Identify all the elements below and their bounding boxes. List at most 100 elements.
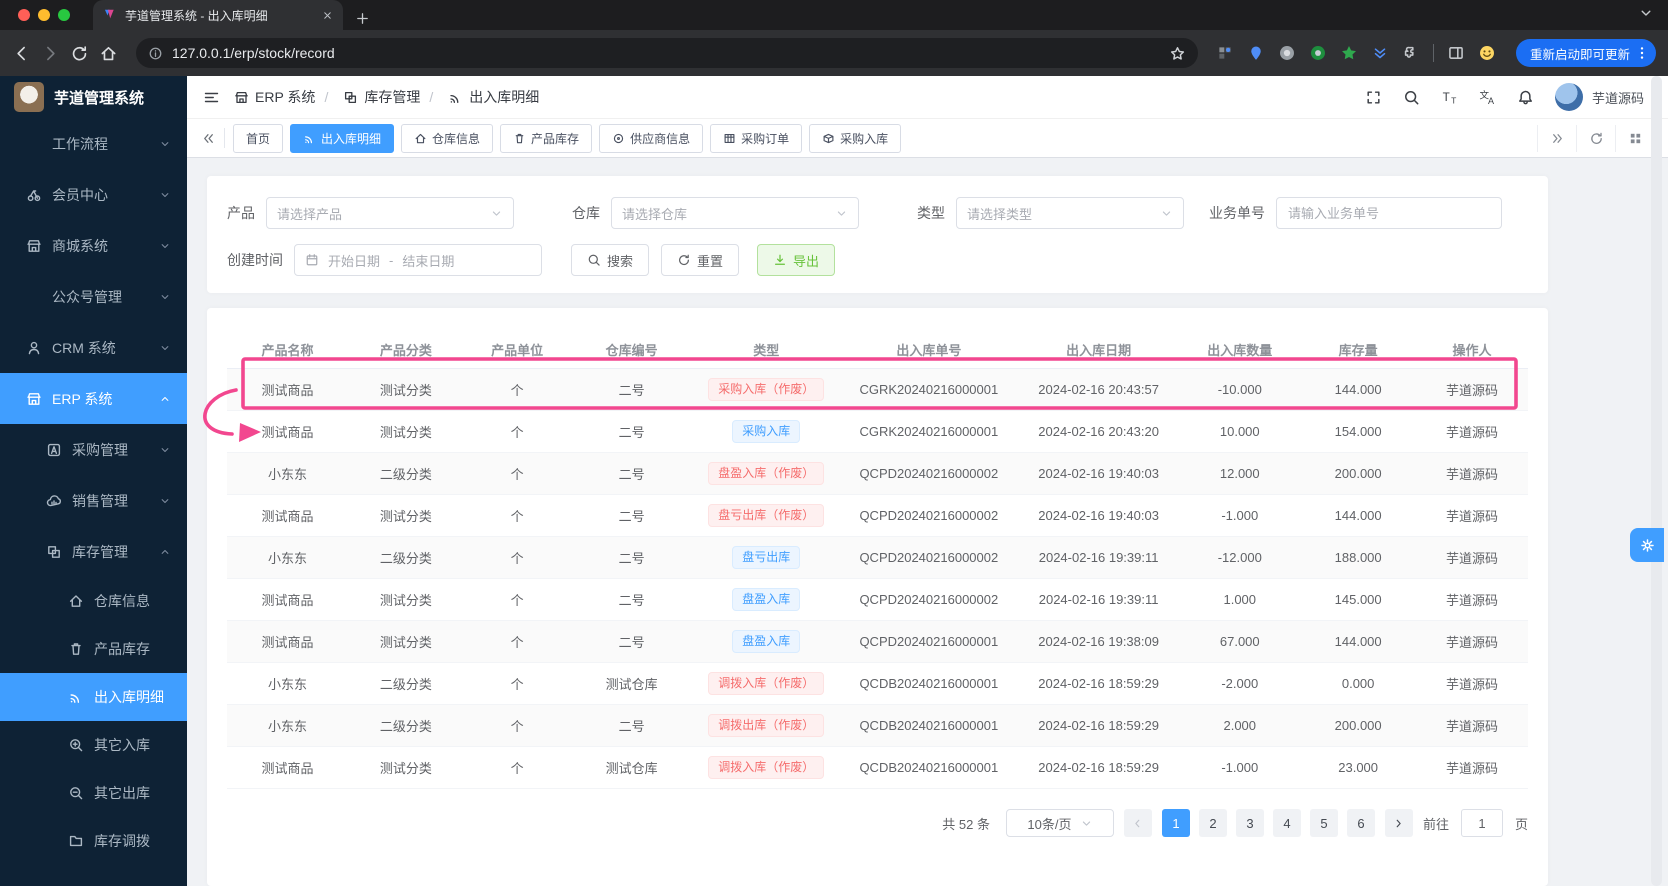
sidebar-item[interactable]: 库存管理 [0, 526, 187, 577]
sidebar-item[interactable]: 仓库信息 [0, 577, 187, 625]
page-tab-label: 出入库明细 [321, 130, 381, 147]
sidebar-item[interactable]: 销售管理 [0, 475, 187, 526]
maximize-window-button[interactable] [58, 9, 70, 21]
browser-tab[interactable]: 芋道管理系统 - 出入库明细 [93, 0, 343, 30]
extension-grid-icon[interactable] [1216, 44, 1234, 62]
sidebar-item[interactable]: 其它入库 [0, 721, 187, 769]
sidebar-item[interactable]: 其它出库 [0, 769, 187, 817]
cell-product: 小东东 [227, 453, 348, 495]
search-icon[interactable] [1403, 89, 1420, 106]
sidebar-item-label: 商城系统 [52, 236, 108, 256]
table-row[interactable]: 测试商品 测试分类 个 二号 盘盈入库 QCPD20240216000002 2… [227, 579, 1528, 621]
page-number-button[interactable]: 1 [1162, 809, 1190, 837]
table-row[interactable]: 测试商品 测试分类 个 二号 盘亏出库（作废） QCPD202402160000… [227, 495, 1528, 537]
extension-star-icon[interactable] [1340, 44, 1358, 62]
export-button[interactable]: 导出 [757, 244, 835, 276]
table-row[interactable]: 小东东 二级分类 个 二号 盘亏出库 QCPD20240216000002 20… [227, 537, 1528, 579]
extension-pin-icon[interactable] [1247, 44, 1265, 62]
tab-search-button[interactable] [1638, 5, 1654, 21]
page-scrollbar[interactable] [1651, 76, 1662, 886]
next-page-button[interactable] [1385, 809, 1413, 837]
refresh-page-button[interactable] [1576, 125, 1615, 152]
breadcrumb-item[interactable]: ERP 系统 [234, 87, 315, 107]
page-tab[interactable]: 采购订单 [710, 124, 802, 153]
page-tab[interactable]: 首页 [233, 124, 283, 153]
browser-menu-icon[interactable] [1634, 45, 1650, 61]
page-size-select[interactable]: 10条/页 [1006, 809, 1114, 837]
warehouse-select[interactable]: 请选择仓库 [611, 197, 859, 229]
page-number-button[interactable]: 3 [1236, 809, 1264, 837]
sidebar-item[interactable]: 商城系统 [0, 220, 187, 271]
reset-button[interactable]: 重置 [661, 244, 739, 276]
extension-gray-icon[interactable] [1278, 44, 1296, 62]
prev-page-button[interactable] [1124, 809, 1152, 837]
goto-page-input[interactable] [1461, 809, 1503, 837]
sidebar-item-label: 出入库明细 [94, 687, 164, 707]
side-panel-icon[interactable] [1447, 44, 1465, 62]
table-row[interactable]: 小东东 二级分类 个 二号 调拨出库（作废） QCDB2024021600000… [227, 705, 1528, 747]
sidebar-item[interactable]: ERP 系统 [0, 373, 187, 424]
tabs-scroll-left-icon[interactable] [201, 131, 216, 146]
page-number-button[interactable]: 6 [1347, 809, 1375, 837]
sidebar-item[interactable]: 会员中心 [0, 169, 187, 220]
user-menu[interactable]: 芋道源码 [1555, 83, 1644, 111]
language-icon[interactable]: 文A [1479, 89, 1496, 106]
page-tab[interactable]: 产品库存 [500, 124, 592, 153]
page-tab[interactable]: 出入库明细 [290, 124, 394, 153]
forward-button[interactable] [41, 44, 60, 63]
type-select[interactable]: 请选择类型 [956, 197, 1184, 229]
sidebar-item[interactable]: 工作流程 [0, 118, 187, 169]
sidebar-item[interactable]: 出入库明细 [0, 673, 187, 721]
cell-category: 测试分类 [348, 747, 464, 789]
page-number-button[interactable]: 2 [1199, 809, 1227, 837]
page-tab[interactable]: 供应商信息 [599, 124, 703, 153]
search-button[interactable]: 搜索 [571, 244, 649, 276]
sidebar-item[interactable]: 采购管理 [0, 424, 187, 475]
notification-bell-icon[interactable] [1517, 89, 1534, 106]
table-row[interactable]: 测试商品 测试分类 个 二号 采购入库 CGRK20240216000001 2… [227, 411, 1528, 453]
chevron-down-icon [159, 495, 171, 507]
breadcrumb-item[interactable]: 库存管理 [315, 87, 420, 107]
font-size-icon[interactable]: TT [1441, 89, 1458, 106]
sidebar-item[interactable]: CRM 系统 [0, 322, 187, 373]
sidebar-collapse-icon[interactable] [203, 89, 220, 106]
cell-product: 测试商品 [227, 621, 348, 663]
layout-grid-button[interactable] [1615, 125, 1654, 152]
breadcrumb-item[interactable]: 出入库明细 [420, 87, 539, 107]
reload-button[interactable] [70, 44, 89, 63]
sidebar-item[interactable]: 公众号管理 [0, 271, 187, 322]
date-range-input[interactable]: 开始日期 - 结束日期 [294, 244, 542, 276]
close-window-button[interactable] [18, 9, 30, 21]
sidebar-item[interactable]: 库存调拨 [0, 817, 187, 865]
bizno-input[interactable] [1276, 197, 1502, 229]
minimize-window-button[interactable] [38, 9, 50, 21]
extensions-puzzle-icon[interactable] [1402, 44, 1420, 62]
profile-avatar-icon[interactable] [1478, 44, 1496, 62]
back-button[interactable] [12, 44, 31, 63]
product-select[interactable]: 请选择产品 [266, 197, 514, 229]
page-tab[interactable]: 仓库信息 [401, 124, 493, 153]
page-number-button[interactable]: 5 [1310, 809, 1338, 837]
table-row[interactable]: 测试商品 测试分类 个 二号 盘盈入库 QCPD20240216000001 2… [227, 621, 1528, 663]
page-number-button[interactable]: 4 [1273, 809, 1301, 837]
cell-category: 测试分类 [348, 621, 464, 663]
extension-chevrons-icon[interactable] [1371, 44, 1389, 62]
bookmark-star-icon[interactable] [1169, 45, 1186, 62]
browser-update-button[interactable]: 重新启动即可更新 [1516, 39, 1656, 67]
tab-close-icon[interactable] [322, 10, 333, 21]
table-row[interactable]: 测试商品 测试分类 个 测试仓库 调拨入库（作废） QCDB2024021600… [227, 747, 1528, 789]
cell-qty: 1.000 [1179, 579, 1300, 621]
site-info-icon[interactable] [148, 46, 163, 61]
table-row[interactable]: 小东东 二级分类 个 二号 盘盈入库（作废） QCPD2024021600000… [227, 453, 1528, 495]
settings-fab-button[interactable] [1630, 528, 1664, 562]
table-row[interactable]: 测试商品 测试分类 个 二号 采购入库（作废） CGRK202402160000… [227, 369, 1528, 411]
home-button[interactable] [99, 44, 118, 63]
address-bar[interactable]: 127.0.0.1/erp/stock/record [136, 38, 1198, 68]
fullscreen-icon[interactable] [1365, 89, 1382, 106]
page-tab[interactable]: 采购入库 [809, 124, 901, 153]
table-row[interactable]: 小东东 二级分类 个 测试仓库 调拨入库（作废） QCDB20240216000… [227, 663, 1528, 705]
sidebar-item[interactable]: 产品库存 [0, 625, 187, 673]
new-tab-button[interactable] [355, 11, 370, 26]
tabs-scroll-right-button[interactable] [1537, 125, 1576, 152]
extension-green-icon[interactable] [1309, 44, 1327, 62]
